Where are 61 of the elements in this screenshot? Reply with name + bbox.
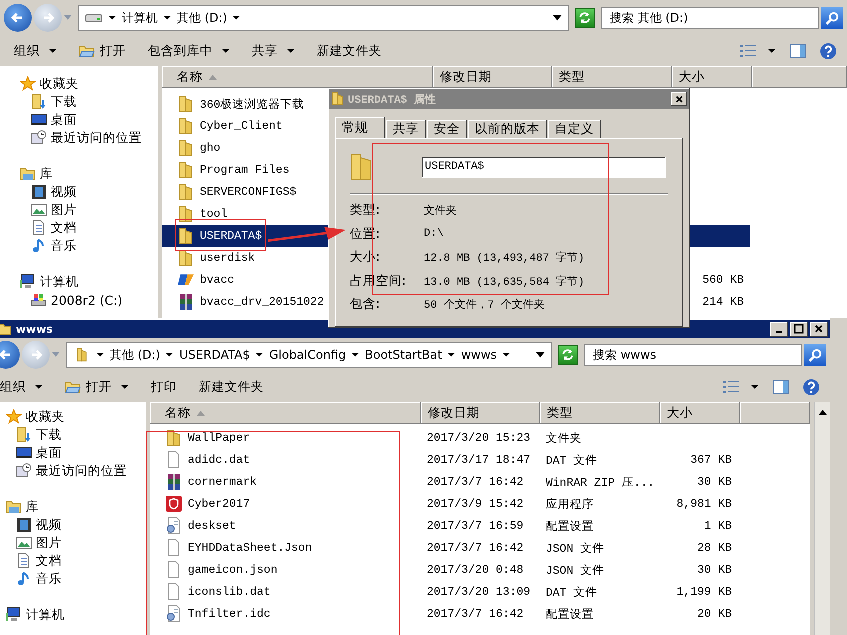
file-size: 367 KB (690, 454, 732, 466)
modified-date: 2017/3/20 0:48 (427, 564, 524, 576)
file-type: 应用程序 (546, 497, 594, 512)
file-size: 30 KB (697, 476, 732, 488)
file-type: DAT 文件 (546, 586, 598, 600)
file-size: 8,981 KB (676, 498, 732, 510)
file-name: USERDATA$ (200, 230, 262, 242)
nav-label: 收藏夹 (26, 408, 65, 426)
modified-date: 2017/3/9 15:42 (427, 498, 524, 510)
file-type: 文件夹 (546, 432, 582, 446)
file-size: 214 KB (702, 296, 744, 308)
property-value: 12.8 MB (13,493,487 字节) (424, 250, 585, 266)
file-type: JSON 文件 (546, 542, 605, 556)
dialog-title: USERDATA$ 属性 (348, 92, 436, 106)
file-size: 1,199 KB (676, 586, 732, 598)
file-name: userdisk (200, 252, 256, 264)
file-name: bvacc (200, 274, 235, 286)
nav-label: 计算机 (26, 606, 65, 624)
file-name: 360极速浏览器下载 (200, 98, 305, 112)
nav-label: 计算机 (40, 274, 79, 290)
file-name: deskset (188, 520, 236, 532)
file-type: DAT 文件 (546, 454, 598, 468)
modified-date: 2017/3/20 15:23 (427, 432, 531, 444)
file-type: JSON 文件 (546, 564, 605, 578)
file-type: 配置设置 (546, 520, 594, 534)
modified-date: 2017/3/7 16:42 (427, 608, 524, 620)
nav-label: 收藏夹 (40, 76, 79, 92)
nav-label: 库 (26, 498, 39, 516)
file-type: 配置设置 (546, 608, 594, 622)
file-size: 28 KB (697, 542, 732, 554)
file-name: SERVERCONFIGS$ (200, 186, 297, 198)
modified-date: 2017/3/7 16:59 (427, 520, 524, 532)
property-value: 13.0 MB (13,635,584 字节) (424, 274, 585, 289)
property-value: 50 个文件，7 个文件夹 (424, 298, 546, 312)
file-size: 20 KB (697, 608, 732, 620)
file-name: Cyber_Client (200, 120, 283, 132)
file-name: gameicon.json (188, 564, 278, 576)
property-label: 包含: (350, 296, 382, 314)
modified-date: 2017/3/17 18:47 (427, 454, 531, 466)
property-value: D:\ (424, 228, 444, 240)
nav-label: 库 (40, 166, 53, 182)
modified-date: 2017/3/7 16:42 (427, 476, 524, 488)
file-name: cornermark (188, 476, 258, 488)
file-name: EYHDDataSheet.Json (188, 542, 312, 554)
file-name: gho (200, 142, 221, 154)
file-name: iconslib.dat (188, 586, 271, 598)
property-value: 文件夹 (424, 204, 457, 218)
file-type: WinRAR ZIP 压... (546, 476, 655, 490)
file-size: 30 KB (697, 564, 732, 576)
file-size: 1 KB (704, 520, 732, 532)
file-name: Program Files (200, 164, 290, 176)
modified-date: 2017/3/7 16:42 (427, 542, 524, 554)
file-name: WallPaper (188, 432, 250, 444)
file-name: tool (200, 208, 228, 220)
file-name: bvacc_drv_20151022 (200, 296, 324, 308)
file-name: Tnfilter.idc (188, 608, 271, 620)
file-size: 560 KB (702, 274, 744, 286)
file-name: adidc.dat (188, 454, 250, 466)
file-name: Cyber2017 (188, 498, 250, 510)
window-title: wwws (16, 322, 54, 336)
modified-date: 2017/3/20 13:09 (427, 586, 531, 598)
